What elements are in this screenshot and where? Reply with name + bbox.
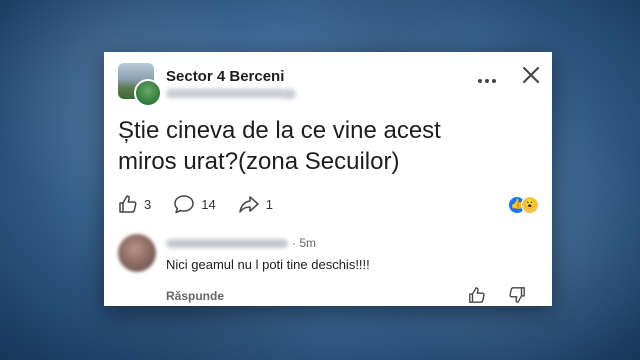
post-text: Știe cineva de la ce vine acest miros ur…: [118, 115, 538, 177]
comment-action[interactable]: 14: [173, 194, 216, 214]
wow-reaction-icon: 😮: [521, 196, 539, 214]
comment-time: · 5m: [292, 236, 316, 250]
like-action[interactable]: 3: [118, 194, 151, 214]
more-horizontal-icon[interactable]: [476, 72, 498, 83]
commenter-name-blurred: [166, 239, 288, 248]
comment-dislike-icon[interactable]: [508, 286, 526, 309]
comment-count: 14: [201, 196, 216, 212]
share-action[interactable]: 1: [238, 194, 273, 214]
close-icon[interactable]: [522, 66, 540, 84]
comment-text: Nici geamul nu l poti tine deschis!!!!: [166, 257, 370, 272]
post-card: Sector 4 Berceni Știe cineva de la ce vi…: [104, 52, 552, 306]
commenter-avatar[interactable]: [118, 234, 156, 272]
privacy-icon-blurred: [282, 89, 296, 99]
post-avatar-group[interactable]: [118, 63, 162, 107]
comment-bubble-icon: [174, 195, 194, 214]
comment-like-icon[interactable]: [468, 286, 486, 309]
author-avatar: [134, 79, 162, 107]
share-arrow-icon: [238, 196, 259, 213]
reply-button[interactable]: Răspunde: [166, 289, 224, 303]
author-name-blurred: [166, 89, 286, 98]
thumbs-up-icon: [119, 195, 137, 213]
post-text-line-2: miros urat?(zona Secuilor): [118, 148, 400, 175]
post-actions: 3 14 1: [118, 192, 295, 216]
share-count: 1: [265, 196, 273, 212]
post-text-line-1: Știe cineva de la ce vine acest: [118, 117, 441, 144]
like-count: 3: [144, 196, 152, 212]
reactions-summary[interactable]: 👍 😮: [508, 196, 542, 214]
group-name[interactable]: Sector 4 Berceni: [166, 68, 284, 85]
